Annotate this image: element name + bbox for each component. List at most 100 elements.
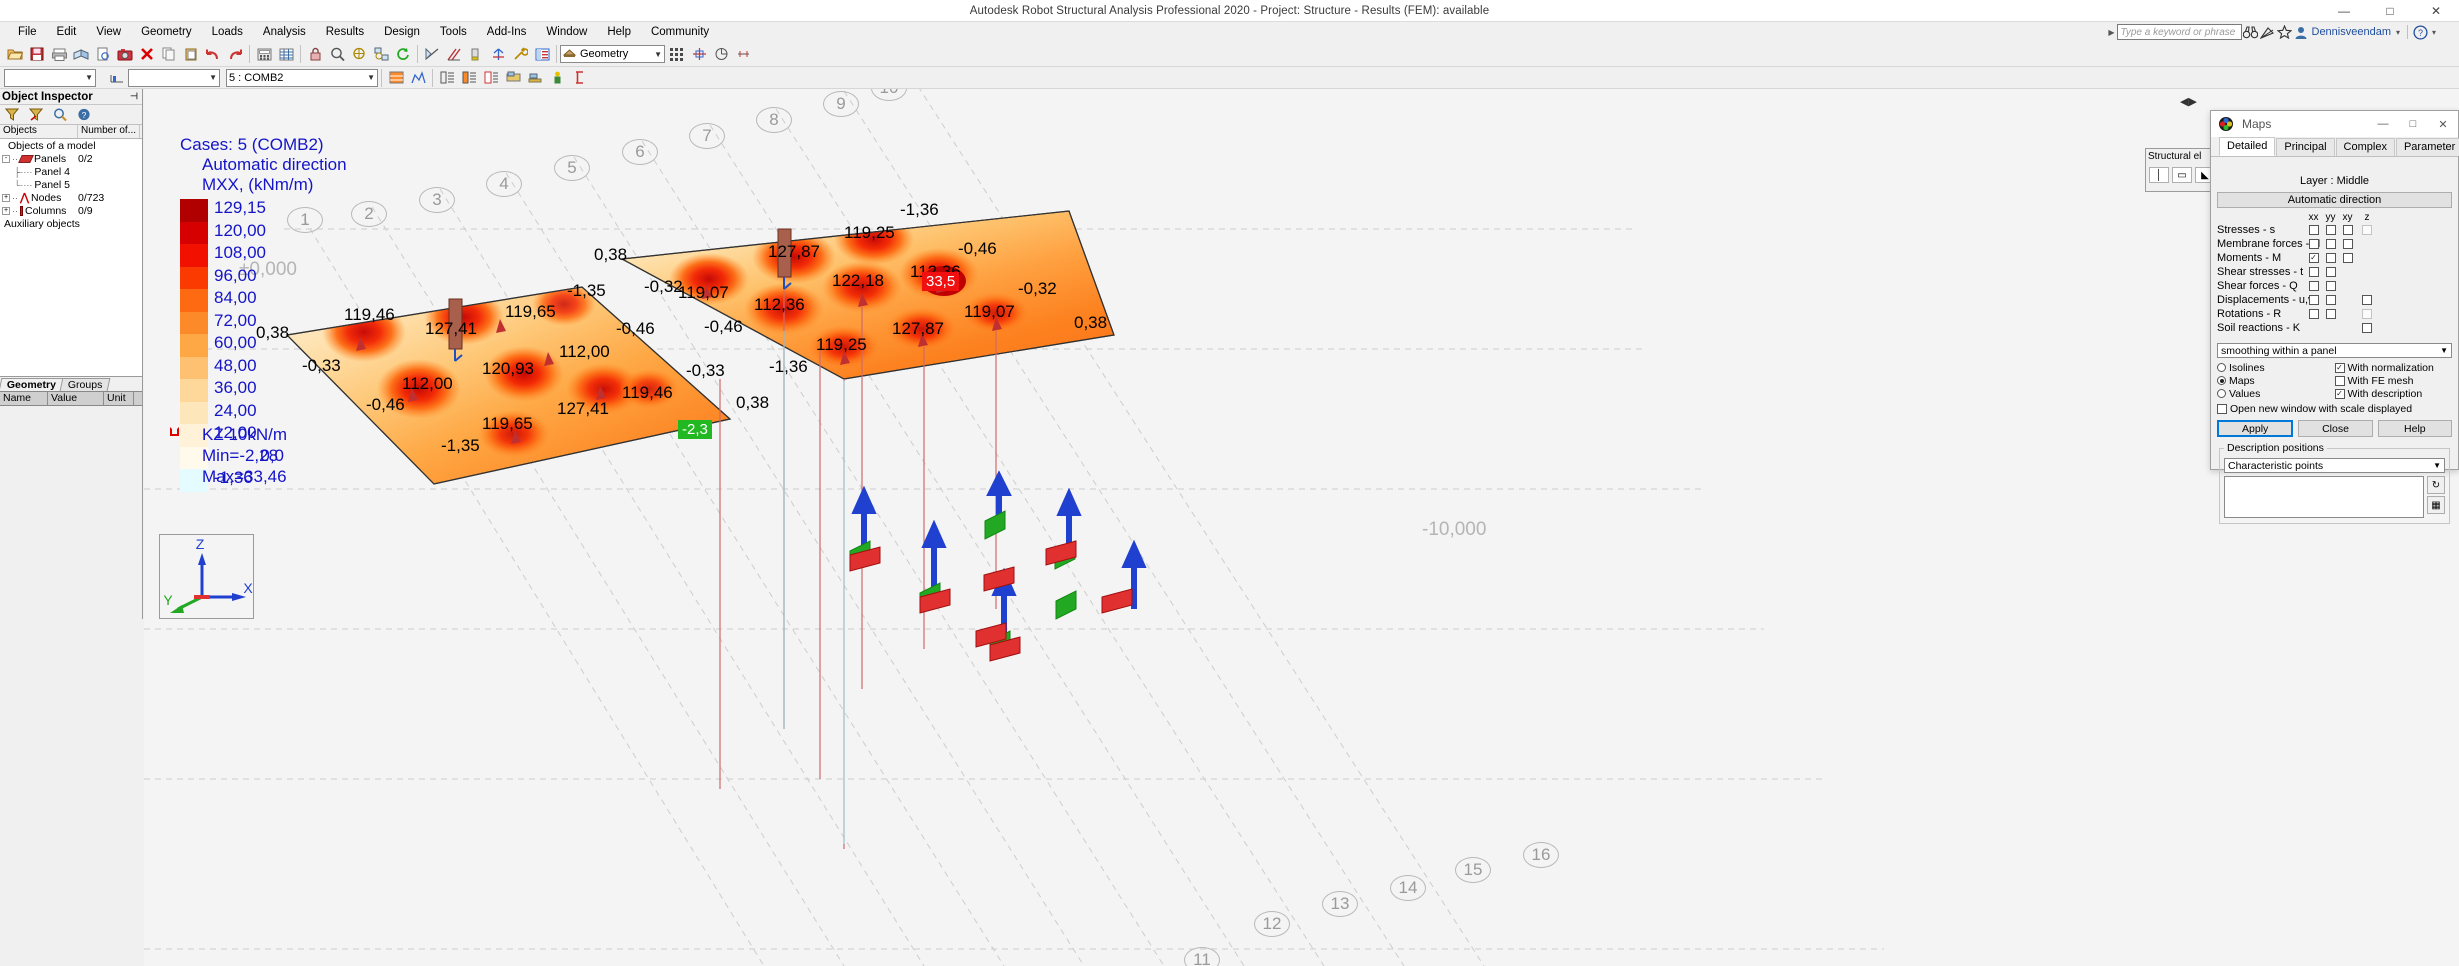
zoom-icon[interactable] [326, 43, 348, 65]
maps-dialog[interactable]: Maps — □ ✕ Detailed Principal Complex Pa… [2210, 110, 2459, 470]
expander-icon[interactable]: + [2, 194, 10, 202]
print-icon[interactable] [48, 43, 70, 65]
grid-dots-icon[interactable] [670, 48, 683, 61]
object-tree[interactable]: Objects Number of... Objects of a model … [0, 125, 142, 377]
profile-icon[interactable] [568, 67, 590, 89]
paste-icon[interactable] [180, 43, 202, 65]
maximize-button[interactable]: □ [2367, 0, 2413, 22]
maps-minimize-button[interactable]: — [2368, 111, 2398, 137]
tables-icon[interactable] [275, 43, 297, 65]
checkbox-shear-force-yy[interactable] [2326, 281, 2336, 291]
check-normalization-row[interactable]: ✓ With normalization [2335, 361, 2453, 374]
checkbox-rotation-xx[interactable] [2309, 309, 2319, 319]
satellite-icon[interactable] [2259, 23, 2276, 41]
chevron-down-icon[interactable]: ▼ [654, 50, 662, 59]
user-dropdown-caret-icon[interactable]: ▾ [2393, 28, 2403, 37]
description-text-area[interactable] [2224, 476, 2424, 518]
checkbox-displacement-yy[interactable] [2326, 295, 2336, 305]
menu-item-analysis[interactable]: Analysis [253, 24, 316, 40]
tree-row-model[interactable]: Objects of a model [0, 139, 142, 152]
open-folder-icon[interactable] [4, 43, 26, 65]
help-icon[interactable]: ? [74, 106, 94, 124]
chevron-down-icon[interactable]: ▼ [85, 73, 93, 82]
tree-row-columns[interactable]: + ·· Columns 0/9 [0, 204, 142, 217]
filter-icon[interactable] [2, 106, 22, 124]
star-icon[interactable] [2276, 23, 2293, 41]
menu-item-geometry[interactable]: Geometry [131, 24, 202, 40]
properties-grid[interactable]: Name Value Unit [0, 391, 142, 406]
maps-maximize-button[interactable]: □ [2398, 111, 2428, 137]
checkbox-shear-stress-xx[interactable] [2309, 267, 2319, 277]
binoculars-icon[interactable] [2242, 23, 2259, 41]
wrench-icon[interactable] [509, 43, 531, 65]
tab-principal[interactable]: Principal [2276, 138, 2334, 156]
axis-icon[interactable] [487, 43, 509, 65]
checkbox-shear-force-xx[interactable] [2309, 281, 2319, 291]
lock-icon[interactable] [304, 43, 326, 65]
nav-arrows-icon[interactable]: ◀▶ [2180, 95, 2197, 108]
load-case-combo[interactable]: 5 : COMB2 ▼ [226, 69, 378, 87]
chevron-down-icon[interactable]: ▼ [2433, 461, 2444, 470]
menu-item-window[interactable]: Window [536, 24, 597, 40]
angle-icon[interactable] [710, 43, 732, 65]
tree-row-nodes[interactable]: + ·· ⋀ Nodes 0/723 [0, 191, 142, 204]
menu-item-file[interactable]: File [8, 24, 47, 40]
checkbox-moments-xx[interactable]: ✓ [2309, 253, 2319, 263]
stress-map-icon[interactable] [502, 67, 524, 89]
radio-isolines[interactable] [2217, 363, 2226, 372]
snap-icon[interactable] [688, 43, 710, 65]
map-icon[interactable] [385, 67, 407, 89]
chevron-down-icon[interactable]: ▼ [2440, 346, 2451, 355]
person-icon[interactable] [546, 67, 568, 89]
question-mark-icon[interactable]: ? [2412, 23, 2429, 41]
checkbox-with-fe-mesh[interactable] [2335, 376, 2345, 386]
radio-values[interactable] [2217, 389, 2226, 398]
panel-cuts-icon[interactable] [458, 67, 480, 89]
checkbox-open-new-window[interactable] [2217, 404, 2227, 414]
minimize-button[interactable]: — [2321, 0, 2367, 22]
smoothing-combo[interactable]: smoothing within a panel ▼ [2217, 343, 2452, 358]
zoom-all-icon[interactable] [348, 43, 370, 65]
automatic-direction-button[interactable]: Automatic direction [2217, 192, 2452, 208]
checkbox-shear-stress-yy[interactable] [2326, 267, 2336, 277]
book-icon[interactable] [70, 43, 92, 65]
section-combo[interactable]: ▼ [4, 69, 96, 87]
copy-icon[interactable] [158, 43, 180, 65]
checkbox-with-normalization[interactable]: ✓ [2335, 363, 2345, 373]
check-description-row[interactable]: ✓ With description [2335, 387, 2453, 400]
zoom-region-icon[interactable] [370, 43, 392, 65]
undo-icon[interactable] [202, 43, 224, 65]
tolerance-icon[interactable] [732, 43, 754, 65]
tab-parameter[interactable]: Parameter [2396, 138, 2459, 156]
bar-icon[interactable]: │ [2149, 167, 2169, 183]
redo-icon[interactable] [224, 43, 246, 65]
checkbox-stresses-yy[interactable] [2326, 225, 2336, 235]
checkbox-soil-reaction-z[interactable] [2362, 323, 2372, 333]
tab-detailed[interactable]: Detailed [2219, 137, 2275, 156]
cross-section-icon[interactable] [436, 67, 458, 89]
help-dropdown-caret-icon[interactable]: ▾ [2429, 28, 2439, 37]
pin-icon[interactable]: ⊣ [130, 91, 142, 102]
menu-item-view[interactable]: View [86, 24, 131, 40]
check-fe-mesh-row[interactable]: With FE mesh [2335, 374, 2453, 387]
tree-row-auxiliary[interactable]: Auxiliary objects [0, 217, 142, 230]
radio-isolines-row[interactable]: Isolines [2217, 361, 2335, 374]
chevron-down-icon[interactable]: ▼ [367, 73, 375, 82]
expander-icon[interactable]: + [2, 207, 10, 215]
fem-slab-maps[interactable] [144, 89, 2459, 966]
paint-icon[interactable] [465, 43, 487, 65]
checkbox-stresses-xx[interactable] [2309, 225, 2319, 235]
checkbox-stresses-xy[interactable] [2343, 225, 2353, 235]
checkbox-displacement-xx[interactable] [2309, 295, 2319, 305]
tab-geometry[interactable]: Geometry [0, 378, 64, 391]
detailed-analysis-icon[interactable] [480, 67, 502, 89]
description-positions-combo[interactable]: Characteristic points ▼ [2224, 458, 2445, 473]
menu-item-results[interactable]: Results [316, 24, 374, 40]
checkbox-moments-yy[interactable] [2326, 253, 2336, 263]
diagram-icon[interactable] [407, 67, 429, 89]
delete-x-icon[interactable] [136, 43, 158, 65]
maps-close-button[interactable]: ✕ [2428, 111, 2458, 137]
tree-row-panel-4[interactable]: ├···· Panel 4 [0, 165, 142, 178]
menu-item-community[interactable]: Community [641, 24, 719, 40]
filter-off-icon[interactable] [26, 106, 46, 124]
